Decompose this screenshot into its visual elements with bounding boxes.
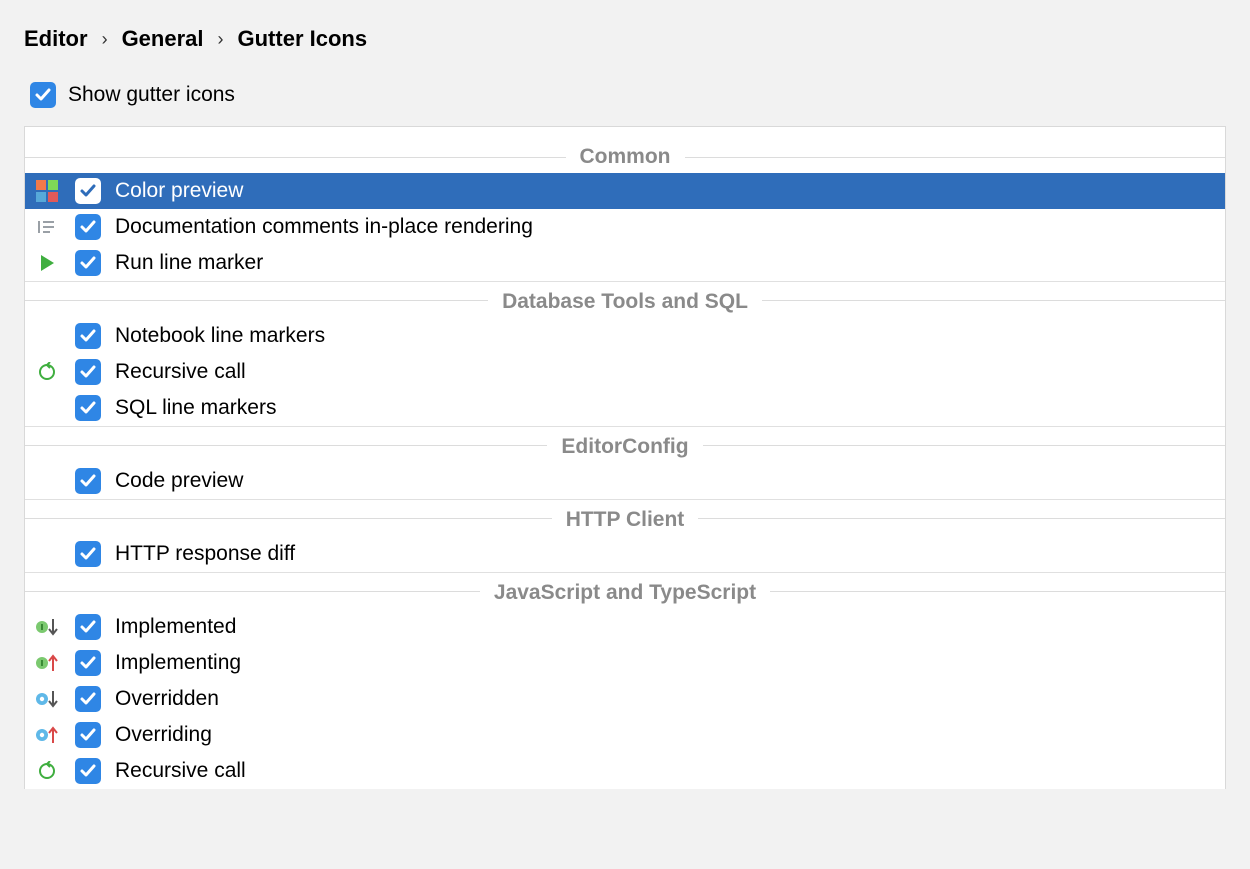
recursive-icon [33,761,61,781]
list-item[interactable]: Recursive call [25,354,1225,390]
list-item[interactable]: Code preview [25,463,1225,499]
item-label: Notebook line markers [115,324,1217,348]
item-label: Implemented [115,615,1217,639]
implementing-icon: I [33,653,61,673]
item-checkbox[interactable] [75,178,101,204]
breadcrumb[interactable]: Editor › General › Gutter Icons [0,20,1250,64]
list-item[interactable]: Overriding [25,717,1225,753]
chevron-right-icon: › [102,29,108,50]
item-label: Code preview [115,469,1217,493]
gutter-icons-panel: Common Color preview Documentation commen… [24,126,1226,789]
item-label: Recursive call [115,360,1217,384]
doc-lines-icon [33,216,61,238]
group-header: EditorConfig [25,426,1225,463]
item-label: Recursive call [115,759,1217,783]
group-title: HTTP Client [552,508,699,532]
list-item[interactable]: Color preview [25,173,1225,209]
group-title: EditorConfig [547,435,702,459]
item-checkbox[interactable] [75,214,101,240]
item-checkbox[interactable] [75,250,101,276]
color-grid-icon [33,180,61,202]
group-header: JavaScript and TypeScript [25,572,1225,609]
item-checkbox[interactable] [75,614,101,640]
list-item[interactable]: Run line marker [25,245,1225,281]
svg-text:I: I [41,623,43,632]
list-item[interactable]: HTTP response diff [25,536,1225,572]
chevron-right-icon: › [218,29,224,50]
svg-text:I: I [41,659,43,668]
implemented-icon: I [33,617,61,637]
show-gutter-icons-checkbox[interactable] [30,82,56,108]
group-header: Database Tools and SQL [25,281,1225,318]
item-checkbox[interactable] [75,395,101,421]
item-label: HTTP response diff [115,542,1217,566]
breadcrumb-item[interactable]: General [122,26,204,52]
overriding-icon [33,725,61,745]
list-item[interactable]: Notebook line markers [25,318,1225,354]
group-title: Common [566,145,685,169]
list-item[interactable]: SQL line markers [25,390,1225,426]
overridden-icon [33,689,61,709]
list-item[interactable]: Recursive call [25,753,1225,789]
item-checkbox[interactable] [75,650,101,676]
group-header: Common [25,127,1225,173]
group-header: HTTP Client [25,499,1225,536]
item-checkbox[interactable] [75,686,101,712]
recursive-icon [33,362,61,382]
item-checkbox[interactable] [75,758,101,784]
item-checkbox[interactable] [75,722,101,748]
item-label: Documentation comments in-place renderin… [115,215,1217,239]
list-item[interactable]: I Implementing [25,645,1225,681]
item-label: Implementing [115,651,1217,675]
run-triangle-icon [33,253,61,273]
show-gutter-icons-label: Show gutter icons [68,83,235,107]
item-label: Color preview [115,179,1217,203]
group-title: JavaScript and TypeScript [480,581,770,605]
item-label: Overridden [115,687,1217,711]
item-label: SQL line markers [115,396,1217,420]
item-checkbox[interactable] [75,468,101,494]
item-checkbox[interactable] [75,323,101,349]
item-checkbox[interactable] [75,541,101,567]
item-checkbox[interactable] [75,359,101,385]
list-item[interactable]: Documentation comments in-place renderin… [25,209,1225,245]
breadcrumb-item[interactable]: Editor [24,26,88,52]
group-title: Database Tools and SQL [488,290,762,314]
breadcrumb-item[interactable]: Gutter Icons [238,26,368,52]
item-label: Run line marker [115,251,1217,275]
item-label: Overriding [115,723,1217,747]
list-item[interactable]: I Implemented [25,609,1225,645]
list-item[interactable]: Overridden [25,681,1225,717]
